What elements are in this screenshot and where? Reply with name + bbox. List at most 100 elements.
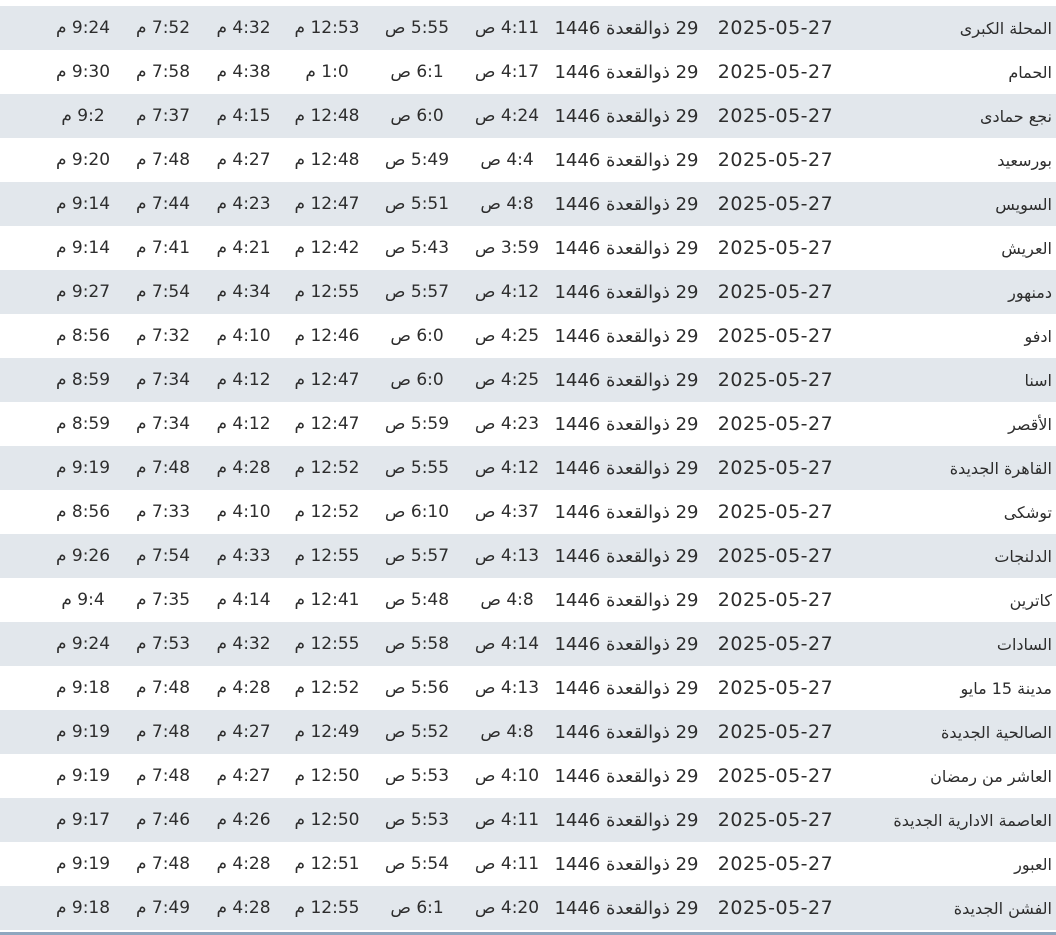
isha-time: 9:17 م: [55, 810, 111, 830]
sunrise-time: 5:55 ص: [384, 18, 450, 38]
city-name: بورسعيد: [997, 150, 1052, 170]
gregorian-date: 2025-05-27: [717, 281, 834, 303]
hijri-date: 29 ذوالقعدة 1446: [554, 677, 699, 699]
isha-time: 9:18 م: [55, 678, 111, 698]
asr-time: 4:21 م: [216, 238, 271, 258]
fajr-time: 4:8 ص: [480, 722, 534, 742]
dhuhr-time: 1:0 م: [305, 62, 349, 82]
asr-time: 4:23 م: [216, 194, 271, 214]
dhuhr-time: 12:47 م: [294, 194, 360, 214]
gregorian-date: 2025-05-27: [717, 721, 834, 743]
asr-time: 4:33 م: [216, 546, 271, 566]
maghrib-time: 7:48 م: [135, 766, 191, 786]
sunrise-time: 5:49 ص: [384, 150, 450, 170]
fajr-time: 4:12 ص: [474, 282, 540, 302]
hijri-date: 29 ذوالقعدة 1446: [554, 589, 699, 611]
fajr-time: 4:11 ص: [474, 18, 540, 38]
asr-time: 4:27 م: [216, 766, 271, 786]
maghrib-time: 7:34 م: [135, 370, 191, 390]
hijri-date: 29 ذوالقعدة 1446: [554, 633, 699, 655]
sunrise-time: 5:53 ص: [384, 810, 450, 830]
fajr-time: 4:25 ص: [474, 370, 540, 390]
gregorian-date: 2025-05-27: [717, 809, 834, 831]
maghrib-time: 7:41 م: [135, 238, 191, 258]
isha-time: 9:20 م: [55, 150, 111, 170]
hijri-date: 29 ذوالقعدة 1446: [554, 237, 699, 259]
table-row: السادات 2025-05-27 29 ذوالقعدة 1446 4:14 ص 5…: [0, 622, 1056, 666]
dhuhr-time: 12:41 م: [294, 590, 360, 610]
asr-time: 4:27 م: [216, 722, 271, 742]
fajr-time: 4:12 ص: [474, 458, 540, 478]
isha-time: 9:30 م: [55, 62, 111, 82]
isha-time: 9:18 م: [55, 898, 111, 918]
table-row: ادفو 2025-05-27 29 ذوالقعدة 1446 4:25 ص 6:0 …: [0, 314, 1056, 358]
asr-time: 4:38 م: [216, 62, 271, 82]
hijri-date: 29 ذوالقعدة 1446: [554, 765, 699, 787]
hijri-date: 29 ذوالقعدة 1446: [554, 809, 699, 831]
dhuhr-time: 12:49 م: [294, 722, 360, 742]
city-name: العاصمة الادارية الجديدة: [893, 810, 1052, 830]
isha-time: 8:56 م: [55, 502, 111, 522]
city-name: المحلة الكبرى: [959, 18, 1052, 38]
table-row: الأقصر 2025-05-27 29 ذوالقعدة 1446 4:23 ص 5:…: [0, 402, 1056, 446]
hijri-date: 29 ذوالقعدة 1446: [554, 853, 699, 875]
city-name: ادفو: [1024, 326, 1052, 346]
dhuhr-time: 12:50 م: [294, 810, 360, 830]
dhuhr-time: 12:47 م: [294, 414, 360, 434]
city-name: العريش: [1001, 238, 1052, 258]
isha-time: 9:19 م: [55, 722, 111, 742]
gregorian-date: 2025-05-27: [717, 149, 834, 171]
dhuhr-time: 12:42 م: [294, 238, 360, 258]
city-name: القاهرة الجديدة: [949, 458, 1052, 478]
maghrib-time: 7:48 م: [135, 150, 191, 170]
gregorian-date: 2025-05-27: [717, 325, 834, 347]
city-name: السويس: [995, 194, 1052, 214]
maghrib-time: 7:58 م: [135, 62, 191, 82]
table-row: الدلنجات 2025-05-27 29 ذوالقعدة 1446 4:13 ص…: [0, 534, 1056, 578]
city-name: الفشن الجديدة: [953, 898, 1052, 918]
hijri-date: 29 ذوالقعدة 1446: [554, 413, 699, 435]
dhuhr-time: 12:47 م: [294, 370, 360, 390]
fajr-time: 4:24 ص: [474, 106, 540, 126]
asr-time: 4:28 م: [216, 458, 271, 478]
hijri-date: 29 ذوالقعدة 1446: [554, 369, 699, 391]
gregorian-date: 2025-05-27: [717, 545, 834, 567]
fajr-time: 4:10 ص: [474, 766, 540, 786]
isha-time: 9:19 م: [55, 854, 111, 874]
maghrib-time: 7:37 م: [135, 106, 191, 126]
hijri-date: 29 ذوالقعدة 1446: [554, 61, 699, 83]
hijri-date: 29 ذوالقعدة 1446: [554, 721, 699, 743]
maghrib-time: 7:48 م: [135, 854, 191, 874]
prayer-times-table: المحلة الكبرى 2025-05-27 29 ذوالقعدة 1446 4…: [0, 6, 1056, 930]
gregorian-date: 2025-05-27: [717, 237, 834, 259]
fajr-time: 4:8 ص: [480, 590, 534, 610]
table-row: الفشن الجديدة 2025-05-27 29 ذوالقعدة 1446 4…: [0, 886, 1056, 930]
hijri-date: 29 ذوالقعدة 1446: [554, 457, 699, 479]
isha-time: 9:24 م: [55, 634, 111, 654]
asr-time: 4:27 م: [216, 150, 271, 170]
sunrise-time: 6:0 ص: [390, 370, 444, 390]
isha-time: 9:24 م: [55, 18, 111, 38]
isha-time: 9:26 م: [55, 546, 111, 566]
dhuhr-time: 12:55 م: [294, 634, 360, 654]
sunrise-time: 5:57 ص: [384, 282, 450, 302]
maghrib-time: 7:48 م: [135, 458, 191, 478]
table-row: العبور 2025-05-27 29 ذوالقعدة 1446 4:11 ص 5:…: [0, 842, 1056, 886]
dhuhr-time: 12:52 م: [294, 458, 360, 478]
asr-time: 4:12 م: [216, 370, 271, 390]
fajr-time: 4:13 ص: [474, 546, 540, 566]
gregorian-date: 2025-05-27: [717, 105, 834, 127]
dhuhr-time: 12:46 م: [294, 326, 360, 346]
table-row: الحمام 2025-05-27 29 ذوالقعدة 1446 4:17 ص 6:…: [0, 50, 1056, 94]
maghrib-time: 7:34 م: [135, 414, 191, 434]
hijri-date: 29 ذوالقعدة 1446: [554, 897, 699, 919]
maghrib-time: 7:54 م: [135, 282, 191, 302]
asr-time: 4:15 م: [216, 106, 271, 126]
maghrib-time: 7:49 م: [135, 898, 191, 918]
hijri-date: 29 ذوالقعدة 1446: [554, 281, 699, 303]
asr-time: 4:14 م: [216, 590, 271, 610]
sunrise-time: 5:53 ص: [384, 766, 450, 786]
fajr-time: 4:8 ص: [480, 194, 534, 214]
hijri-date: 29 ذوالقعدة 1446: [554, 193, 699, 215]
isha-time: 9:14 م: [55, 194, 111, 214]
